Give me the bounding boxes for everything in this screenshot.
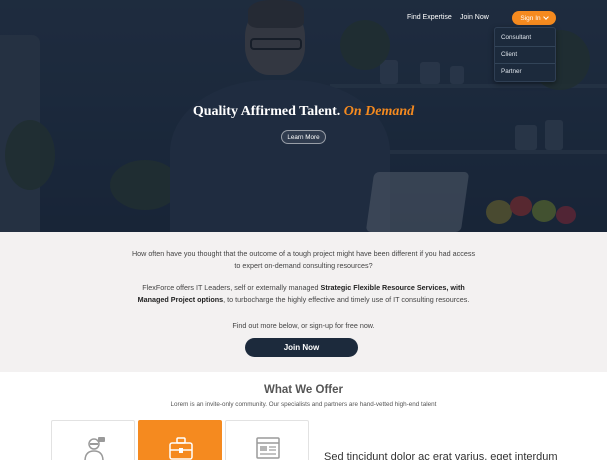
offer-title: What We Offer [263, 384, 343, 396]
sign-in-label: Sign In [520, 14, 541, 22]
intro-line-4-bold: Managed Project options [137, 295, 224, 304]
intro-line-4: , to turbocharge the highly effective an… [223, 295, 470, 304]
intro-line-1: How often have you thought that the outc… [131, 249, 476, 258]
offer-card-browser[interactable] [225, 420, 309, 460]
intro-line-3-bold: Strategic Flexible Resource Services, wi… [320, 283, 465, 292]
join-now-button[interactable]: Join Now [245, 338, 358, 357]
dropdown-divider [495, 46, 555, 47]
dropdown-item-client[interactable]: Client [501, 51, 517, 58]
hero-title: Quality Affirmed Talent. On Demand [0, 104, 607, 120]
sign-in-button[interactable]: Sign In [512, 11, 556, 25]
dropdown-item-partner[interactable]: Partner [501, 68, 522, 75]
intro-line-2: to expert on-demand consulting resources… [234, 261, 373, 270]
page: Find Expertise Join Now Sign In Consulta… [0, 0, 607, 460]
hero-title-main: Quality Affirmed Talent. [192, 104, 341, 119]
nav-find-expertise[interactable]: Find Expertise [407, 14, 452, 21]
nav-join-now[interactable]: Join Now [460, 14, 489, 21]
offer-card-consultant[interactable] [51, 420, 135, 460]
hero-title-accent: On Demand [343, 104, 415, 119]
offer-detail-heading: Sed tincidunt dolor ac erat varius, eget… [324, 451, 558, 460]
dropdown-item-consultant[interactable]: Consultant [501, 34, 531, 41]
intro-paragraph-2: FlexForce offers IT Leaders, self or ext… [0, 282, 607, 294]
sign-in-dropdown: Consultant Client Partner [494, 27, 556, 82]
intro-line-5: Find out more below, or sign-up for free… [232, 321, 375, 330]
hero-section: Find Expertise Join Now Sign In Consulta… [0, 0, 607, 232]
browser-icon [256, 437, 280, 459]
consultant-icon [84, 437, 105, 460]
offer-card-toolbox[interactable] [138, 420, 222, 460]
toolbox-icon [169, 437, 193, 460]
learn-more-button[interactable]: Learn More [281, 130, 326, 144]
offer-subtitle: Lorem is an invite-only community. Our s… [170, 401, 437, 408]
chevron-down-icon [542, 14, 549, 20]
intro-line-3: FlexForce offers IT Leaders, self or ext… [142, 283, 321, 292]
intro-paragraph-2b: Managed Project options, to turbocharge … [0, 294, 607, 306]
dropdown-divider [495, 63, 555, 64]
